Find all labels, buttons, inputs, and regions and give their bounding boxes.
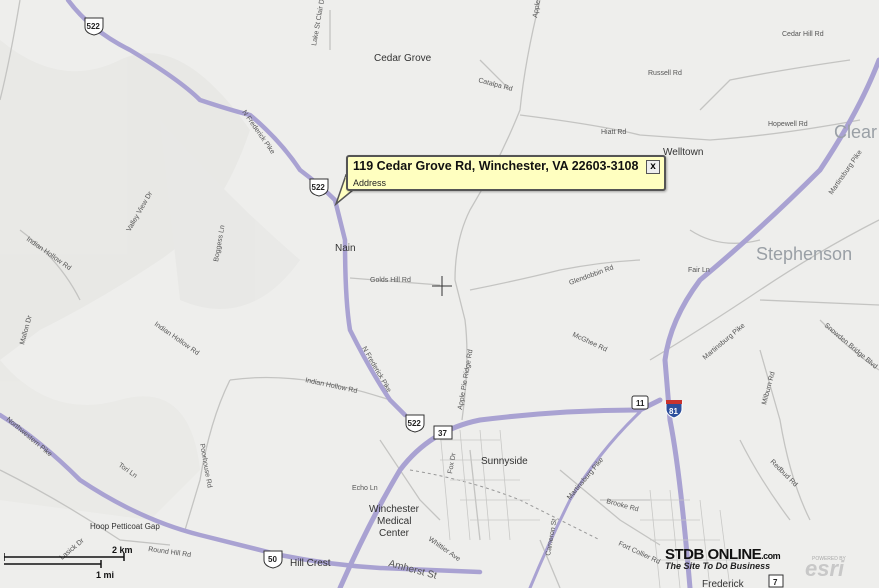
road-label: Fort Collier Rd [617,540,661,565]
esri-logo: esri [805,556,845,581]
address-popup[interactable]: 119 Cedar Grove Rd, Winchester, VA 22603… [346,155,666,191]
road-label: Cameron St [545,518,558,556]
shield-us50: 50 [263,550,283,569]
dashed-rail [409,469,601,541]
road-label: Fox Dr [447,452,458,475]
road-label: Round Hill Rd [148,546,192,559]
road-label: Apple [532,0,542,18]
road-label: Echo Ln [352,485,378,492]
place-medical: Medical [377,516,411,527]
close-button[interactable]: x [646,160,660,174]
place-frederick: Frederick [702,579,745,588]
popup-subtitle: Address [353,178,387,188]
map-canvas[interactable]: Cedar Grove Welltown Nain Sunnyside Winc… [0,0,879,588]
place-hill-crest: Hill Crest [290,558,331,569]
place-sunnyside: Sunnyside [481,456,528,467]
scale-bar: 2 km 1 mi [4,545,134,581]
shield-us522: 522 [309,178,329,197]
place-welltown: Welltown [663,147,703,158]
road-label: Poorhouse Rd [198,443,213,488]
road-label: Catalpa Rd [477,77,513,93]
svg-text:81: 81 [669,407,678,416]
shield-va11: 11 [631,395,649,410]
shield-va7: 7 [768,574,784,588]
road-label: Snowden Bridge Blvd [823,322,879,370]
shield-us522: 522 [405,414,425,433]
road-label: Cedar Hill Rd [782,31,824,38]
road-label: Martinsburg Pike [828,149,864,196]
road-label: Hopewell Rd [768,121,808,128]
road-label: Martinsburg Pike [702,322,747,361]
place-stephenson: Stephenson [756,244,852,264]
road-label: Redbud Rd [769,458,799,488]
svg-text:522: 522 [408,419,422,428]
place-center: Center [379,528,410,539]
road-label: Amherst St [387,558,438,581]
place-winchester: Winchester [369,504,420,515]
svg-text:11: 11 [636,399,645,408]
road-label: N Frederick Pike [360,346,392,394]
svg-text:522: 522 [312,183,326,192]
svg-text:7: 7 [773,578,778,587]
svg-text:37: 37 [438,429,447,438]
road-label: Indian Hollow Rd [305,377,358,395]
road-label: Martinsburg Pike [566,456,605,501]
shield-us522: 522 [84,17,104,36]
shield-va37: 37 [433,425,453,440]
place-hoop-petticoat-gap: Hoop Petticoat Gap [90,522,160,531]
scale-mi-label: 1 mi [96,570,115,580]
stdb-tagline: The Site To Do Business [665,561,771,571]
place-clear: Clear [834,122,877,142]
road-label: Whittier Ave [427,536,462,563]
road-label: Russell Rd [648,70,682,77]
place-nain: Nain [335,243,356,254]
road-label: Lake St Clair Dr [311,0,327,46]
road-label: Indian Hollow Rd [153,321,200,357]
road-label: Fair Ln [688,267,710,274]
shield-i81: 81 [665,400,683,419]
road-label: McGhee Rd [571,331,608,353]
svg-text:50: 50 [268,555,277,564]
svg-text:522: 522 [87,22,101,31]
place-cedar-grove: Cedar Grove [374,53,432,64]
crosshair-icon [432,276,452,296]
road-label: Hiatt Rd [601,129,626,136]
stdb-logo: STDB ONLINE.com The Site To Do Business [665,546,805,571]
stdb-com: .com [761,551,781,561]
road-label: Golds Hill Rd [370,277,411,284]
scale-bar-lines [4,553,125,568]
popup-address: 119 Cedar Grove Rd, Winchester, VA 22603… [353,159,639,173]
road-label: Apple Pie Ridge Rd [457,349,475,410]
